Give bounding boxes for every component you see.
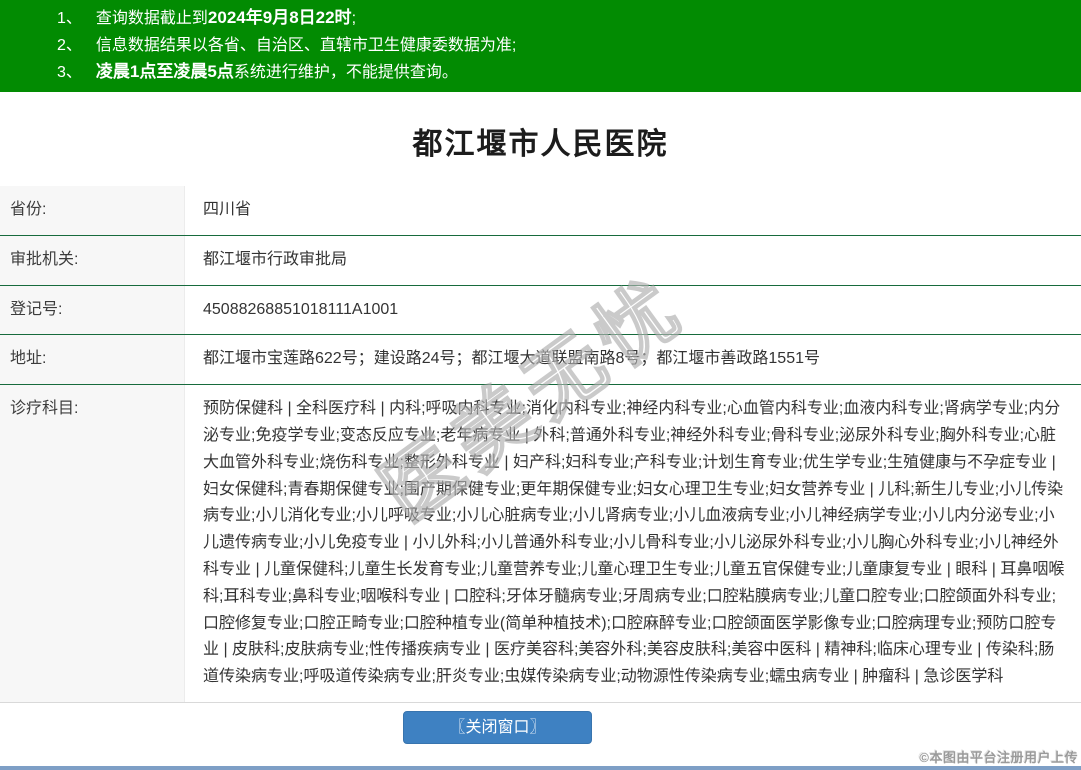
field-value: 都江堰市行政审批局 — [203, 250, 348, 268]
field-value: 45088268851018111A1001 — [203, 300, 399, 318]
upload-credit: ©本图由平台注册用户上传 — [919, 750, 1078, 765]
close-window-button[interactable]: 〖关闭窗口〗 — [403, 710, 592, 744]
notice-number: 2、 — [57, 37, 82, 54]
field-value: 预防保健科 | 全科医疗科 | 内科;呼吸内科专业;消化内科专业;神经内科专业;… — [203, 400, 1065, 686]
bottom-strip — [0, 766, 1081, 770]
field-label: 地址: — [0, 335, 185, 385]
field-label: 省份: — [0, 186, 185, 235]
notice-item: 2、 信息数据结果以各省、自治区、直辖市卫生健康委数据为准; — [0, 32, 1081, 59]
info-table: 省份: 四川省 审批机关: 都江堰市行政审批局 登记号: 45088268851… — [0, 186, 1081, 703]
table-row-approval-authority: 审批机关: 都江堰市行政审批局 — [0, 235, 1081, 286]
page: 1、 查询数据截止到2024年9月8日22时; 2、 信息数据结果以各省、自治区、直… — [0, 0, 1081, 770]
field-label: 审批机关: — [0, 235, 185, 285]
table-row-address: 地址: 都江堰市宝莲路622号；建设路24号；都江堰大道联盟南路8号；都江堰市善… — [0, 335, 1081, 386]
notice-number: 1、 — [57, 10, 82, 27]
notice-item: 1、 查询数据截止到2024年9月8日22时; — [0, 5, 1081, 32]
table-row-medical-subjects: 诊疗科目: 预防保健科 | 全科医疗科 | 内科;呼吸内科专业;消化内科专业;神… — [0, 385, 1081, 702]
notice-text: 信息数据结果以各省、自治区、直辖市卫生健康委数据为准; — [95, 37, 517, 54]
notice-text: 查询数据截止到2024年9月8日22时; — [95, 8, 357, 27]
notice-number: 3、 — [57, 64, 82, 81]
notice-banner: 1、 查询数据截止到2024年9月8日22时; 2、 信息数据结果以各省、自治区、直… — [0, 0, 1081, 92]
field-label: 诊疗科目: — [0, 385, 185, 702]
hospital-title: 都江堰市人民医院 — [412, 128, 669, 161]
notice-item: 3、 凌晨1点至凌晨5点系统进行维护，不能提供查询。 — [0, 59, 1081, 86]
table-row-registration-number: 登记号: 45088268851018111A1001 — [0, 285, 1081, 336]
field-value: 四川省 — [203, 201, 252, 218]
table-row-province: 省份: 四川省 — [0, 186, 1081, 236]
notice-text: 凌晨1点至凌晨5点系统进行维护，不能提供查询。 — [95, 62, 458, 81]
field-value: 都江堰市宝莲路622号；建设路24号；都江堰大道联盟南路8号；都江堰市善政路15… — [203, 350, 820, 368]
field-label: 登记号: — [0, 285, 185, 335]
